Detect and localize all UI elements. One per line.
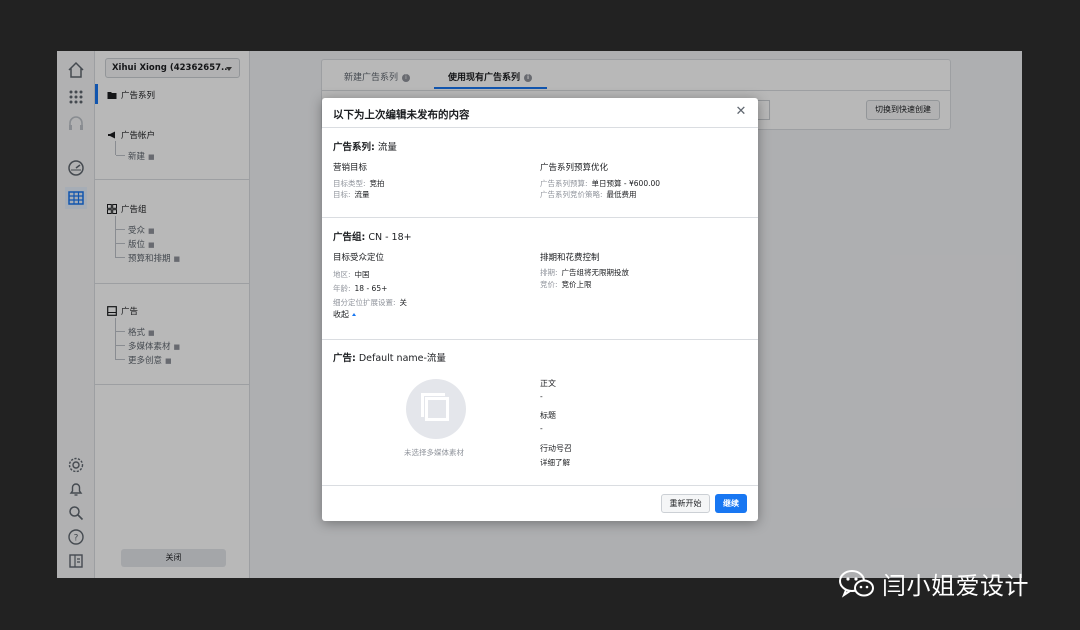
expansion-value: 关 bbox=[399, 298, 408, 307]
dialog-footer-divider bbox=[322, 485, 758, 486]
campaign-name: 流量 bbox=[377, 142, 397, 153]
age-row: 年龄: 18 - 65+ bbox=[333, 283, 387, 294]
detailed-targeting-expansion-row: 细分定位扩展设置: 关 bbox=[333, 297, 407, 308]
bid-control-row: 竞价: 竞价上限 bbox=[540, 279, 592, 290]
bid-control-value: 竞价上限 bbox=[561, 280, 592, 289]
cta-value: 详细了解 bbox=[540, 458, 570, 467]
caret-up-icon bbox=[352, 313, 356, 316]
adset-section-label: 广告组: bbox=[333, 232, 366, 243]
campaign-section-label: 广告系列: bbox=[333, 142, 375, 153]
wechat-logo-icon bbox=[839, 569, 874, 598]
campaign-budget-value: 单日预算 - ¥600.00 bbox=[591, 179, 661, 188]
watermark: 闫小姐爱设计 bbox=[838, 566, 1029, 601]
section-divider bbox=[322, 217, 758, 218]
buy-type-value: 竞拍 bbox=[369, 179, 385, 188]
campaign-budget-row: 广告系列预算: 单日预算 - ¥600.00 bbox=[540, 178, 660, 189]
watermark-text: 闫小姐爱设计 bbox=[882, 572, 1029, 600]
audience-heading: 目标受众定位 bbox=[333, 253, 385, 263]
cta-label: 行动号召 bbox=[540, 444, 572, 453]
objective-row: 目标: 流量 bbox=[333, 189, 370, 200]
continue-button[interactable]: 继续 bbox=[715, 494, 747, 513]
collapse-label: 收起 bbox=[333, 310, 349, 319]
ad-section-title: 广告: Default name-流量 bbox=[333, 350, 446, 364]
bid-strategy-value: 最低费用 bbox=[606, 190, 637, 199]
location-row: 地区: 中国 bbox=[333, 269, 370, 280]
location-value: 中国 bbox=[354, 270, 370, 279]
primary-text-value: - bbox=[540, 392, 543, 401]
media-placeholder-icon bbox=[406, 379, 466, 439]
age-value: 18 - 65+ bbox=[354, 284, 388, 293]
restart-button[interactable]: 重新开始 bbox=[661, 494, 710, 513]
bid-strategy-label: 广告系列竞价策略: bbox=[540, 190, 603, 199]
objective-value: 流量 bbox=[354, 190, 370, 199]
bid-strategy-row: 广告系列竞价策略: 最低费用 bbox=[540, 189, 637, 200]
headline-label: 标题 bbox=[540, 411, 556, 420]
dialog-title: 以下为上次编辑未发布的内容 bbox=[333, 109, 470, 121]
no-media-caption: 未选择多媒体素材 bbox=[404, 448, 464, 457]
collapse-link[interactable]: 收起 bbox=[333, 309, 356, 320]
schedule-row: 排期: 广告组将无限期投放 bbox=[540, 267, 629, 278]
buy-type-label: 目标类型: bbox=[333, 179, 366, 188]
schedule-label: 排期: bbox=[540, 268, 558, 277]
budget-optimization-heading: 广告系列预算优化 bbox=[540, 163, 609, 173]
media-frame-front bbox=[425, 397, 449, 421]
schedule-heading: 排期和花费控制 bbox=[540, 253, 600, 263]
location-label: 地区: bbox=[333, 270, 351, 279]
objective-heading: 营销目标 bbox=[333, 163, 368, 173]
headline-value: - bbox=[540, 424, 543, 433]
age-label: 年龄: bbox=[333, 284, 351, 293]
ad-name: Default name-流量 bbox=[358, 353, 446, 364]
unpublished-draft-dialog: 以下为上次编辑未发布的内容 ✕ 广告系列: 流量 营销目标 目标类型: 竞拍 目标:… bbox=[322, 98, 758, 521]
ad-section-label: 广告: bbox=[333, 353, 356, 364]
adset-section-title: 广告组: CN - 18+ bbox=[333, 229, 412, 243]
bid-control-label: 竞价: bbox=[540, 280, 558, 289]
campaign-budget-label: 广告系列预算: bbox=[540, 179, 588, 188]
expansion-label: 细分定位扩展设置: bbox=[333, 298, 396, 307]
schedule-value: 广告组将无限期投放 bbox=[561, 268, 630, 277]
section-divider bbox=[322, 339, 758, 340]
adset-name: CN - 18+ bbox=[368, 232, 412, 243]
buy-type-row: 目标类型: 竞拍 bbox=[333, 178, 385, 189]
close-icon[interactable]: ✕ bbox=[734, 105, 748, 119]
campaign-section-title: 广告系列: 流量 bbox=[333, 139, 397, 153]
dialog-header: 以下为上次编辑未发布的内容 ✕ bbox=[322, 98, 758, 128]
objective-label: 目标: bbox=[333, 190, 351, 199]
primary-text-label: 正文 bbox=[540, 379, 556, 388]
